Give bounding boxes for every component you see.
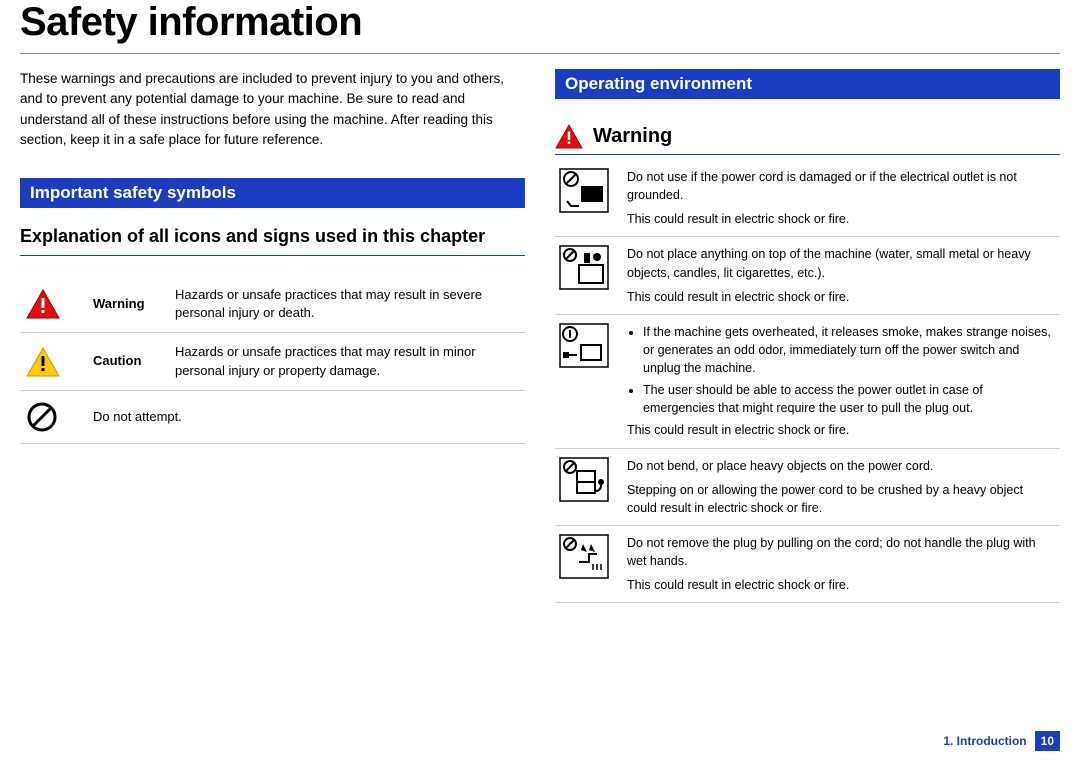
- table-row: Do not bend, or place heavy objects on t…: [555, 448, 1060, 525]
- env-row1-line1: Do not use if the power cord is damaged …: [627, 168, 1056, 204]
- intro-paragraph: These warnings and precautions are inclu…: [20, 69, 525, 150]
- caution-label: Caution: [87, 333, 169, 390]
- damaged-cord-icon: [559, 168, 609, 213]
- env-row2-line1: Do not place anything on top of the mach…: [627, 245, 1056, 281]
- objects-on-machine-icon: [559, 245, 609, 290]
- env-row3-bullets: If the machine gets overheated, it relea…: [627, 323, 1056, 418]
- wet-hands-plug-icon: [559, 534, 609, 579]
- warning-heading: Warning: [555, 124, 1060, 149]
- env-row4-line2: Stepping on or allowing the power cord t…: [627, 481, 1056, 517]
- left-column: These warnings and precautions are inclu…: [20, 69, 525, 603]
- env-row5-line2: This could result in electric shock or f…: [627, 576, 1056, 594]
- caution-desc: Hazards or unsafe practices that may res…: [169, 333, 525, 390]
- symbols-subhead: Explanation of all icons and signs used …: [20, 226, 525, 247]
- warning-triangle-icon: [555, 124, 583, 149]
- title-rule: [20, 53, 1060, 54]
- env-row2-line2: This could result in electric shock or f…: [627, 288, 1056, 306]
- symbols-rule: [20, 255, 525, 256]
- warning-heading-text: Warning: [593, 125, 672, 148]
- page-title: Safety information: [20, 0, 1080, 45]
- warning-label: Warning: [87, 276, 169, 333]
- env-row4-line1: Do not bend, or place heavy objects on t…: [627, 457, 1056, 475]
- warning-desc: Hazards or unsafe practices that may res…: [169, 276, 525, 333]
- table-row: Do not remove the plug by pulling on the…: [555, 525, 1060, 602]
- table-row: If the machine gets overheated, it relea…: [555, 314, 1060, 448]
- warning-triangle-icon: [26, 289, 60, 319]
- env-row3-line2: This could result in electric shock or f…: [627, 421, 1056, 439]
- footer-page-number: 10: [1035, 731, 1060, 751]
- prohibit-icon: [26, 401, 58, 433]
- env-row5-line1: Do not remove the plug by pulling on the…: [627, 534, 1056, 570]
- table-row: Do not attempt.: [20, 390, 525, 443]
- env-row1-line2: This could result in electric shock or f…: [627, 210, 1056, 228]
- symbols-table: Warning Hazards or unsafe practices that…: [20, 276, 525, 444]
- bend-cord-icon: [559, 457, 609, 502]
- table-row: Do not use if the power cord is damaged …: [555, 160, 1060, 237]
- noattempt-desc: Do not attempt.: [87, 390, 525, 443]
- caution-triangle-icon: [26, 347, 60, 377]
- footer-chapter: 1. Introduction: [943, 734, 1026, 748]
- right-column: Operating environment Warning: [555, 69, 1060, 603]
- warning-rule: [555, 154, 1060, 155]
- section-bar-symbols: Important safety symbols: [20, 178, 525, 208]
- environment-table: Do not use if the power cord is damaged …: [555, 160, 1060, 603]
- content-columns: These warnings and precautions are inclu…: [0, 69, 1080, 603]
- env-row3-bullet1: If the machine gets overheated, it relea…: [643, 323, 1056, 377]
- table-row: Do not place anything on top of the mach…: [555, 237, 1060, 314]
- table-row: Caution Hazards or unsafe practices that…: [20, 333, 525, 390]
- env-row3-bullet2: The user should be able to access the po…: [643, 381, 1056, 417]
- table-row: Warning Hazards or unsafe practices that…: [20, 276, 525, 333]
- section-bar-environment: Operating environment: [555, 69, 1060, 99]
- overheat-unplug-icon: [559, 323, 609, 368]
- page-footer: 1. Introduction 10: [943, 731, 1060, 751]
